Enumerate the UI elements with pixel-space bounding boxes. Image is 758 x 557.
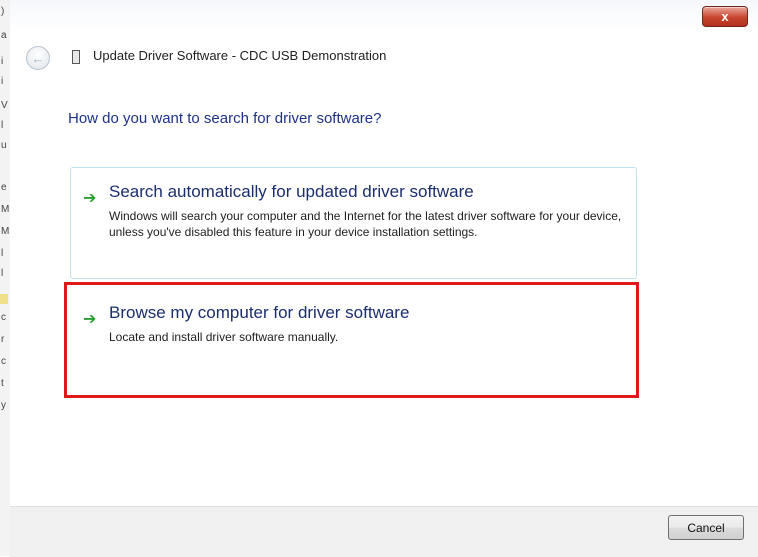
dialog-header: ← Update Driver Software - CDC USB Demon… bbox=[10, 36, 758, 80]
window-title: Update Driver Software - CDC USB Demonst… bbox=[93, 48, 387, 63]
close-button[interactable]: x bbox=[702, 6, 748, 27]
back-arrow-icon: ← bbox=[31, 50, 45, 66]
window-frame: x bbox=[10, 0, 758, 36]
cancel-button[interactable]: Cancel bbox=[668, 515, 744, 540]
page-heading: How do you want to search for driver sof… bbox=[68, 110, 382, 127]
search-automatically-option[interactable]: ➔ Search automatically for updated drive… bbox=[70, 167, 637, 279]
option-description: Windows will search your computer and th… bbox=[109, 209, 622, 239]
usb-device-icon bbox=[72, 50, 80, 64]
option-title: Search automatically for updated driver … bbox=[109, 182, 474, 201]
close-icon: x bbox=[721, 9, 729, 24]
dialog-footer: Cancel bbox=[10, 506, 758, 557]
update-driver-dialog: x ← Update Driver Software - CDC USB Dem… bbox=[10, 0, 758, 557]
green-arrow-icon: ➔ bbox=[83, 190, 97, 207]
back-button[interactable]: ← bbox=[26, 46, 50, 70]
highlight-box bbox=[64, 282, 639, 398]
